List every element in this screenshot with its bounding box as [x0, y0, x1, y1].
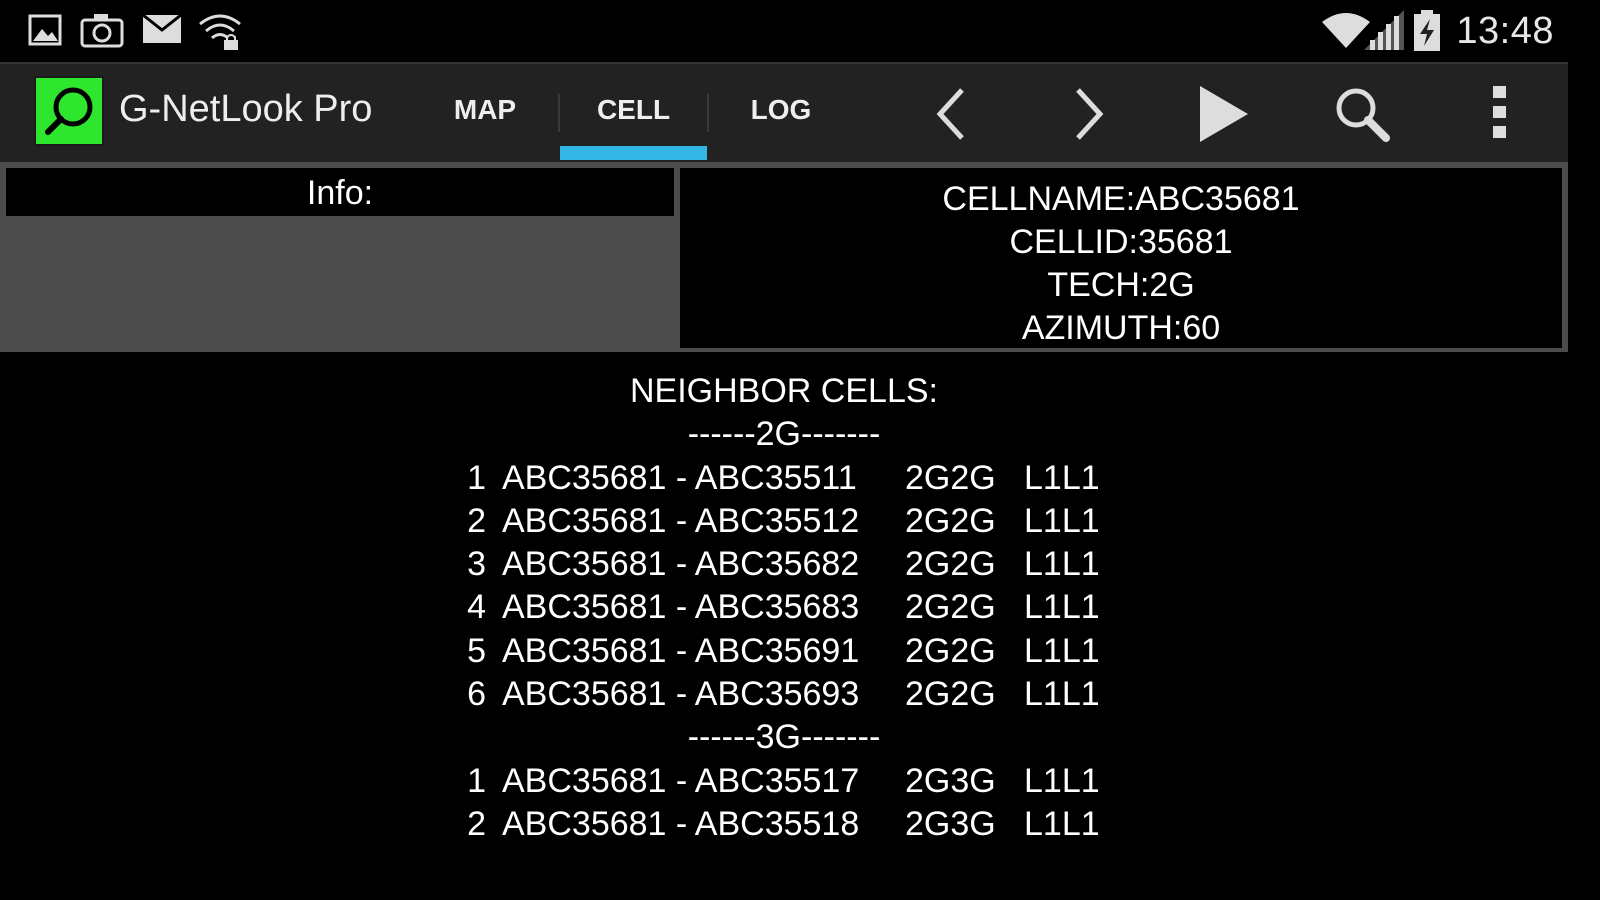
layer: L1L1: [1024, 501, 1100, 540]
search-logo-icon: [45, 87, 93, 135]
clock: 13:48: [1456, 10, 1554, 52]
tech-type: 2G2G: [905, 501, 996, 540]
camera-icon: [80, 14, 124, 48]
tech-type: 2G3G: [905, 761, 996, 800]
list-item: 5 ABC35681 - ABC35691 2G2G L1L1: [0, 630, 1568, 673]
list-item: 1 ABC35681 - ABC35517 2G3G L1L1: [0, 760, 1568, 803]
list-item: 2 ABC35681 - ABC35518 2G3G L1L1: [0, 803, 1568, 846]
overflow-menu-icon[interactable]: [1490, 86, 1510, 140]
gallery-icon: [28, 14, 62, 46]
row-number: 3: [467, 545, 486, 584]
list-item: 3 ABC35681 - ABC35682 2G2G L1L1: [0, 543, 1568, 586]
row-number: 2: [467, 804, 486, 843]
layer: L1L1: [1024, 761, 1100, 800]
tab-map-label: MAP: [453, 94, 517, 125]
neighbor-cells-list: NEIGHBOR CELLS: ------2G------- 1 ABC356…: [0, 370, 1568, 846]
tab-log-label: LOG: [750, 94, 812, 125]
chevron-right-icon[interactable]: [1068, 86, 1108, 142]
signal-icon: [1364, 10, 1404, 50]
tech-type: 2G2G: [905, 588, 996, 627]
list-item: 6 ABC35681 - ABC35693 2G2G L1L1: [0, 673, 1568, 716]
row-number: 2: [467, 501, 486, 540]
cell-id: CELLID:35681: [1009, 223, 1233, 261]
tab-map[interactable]: MAP: [430, 94, 540, 126]
tab-cell-label: CELL: [596, 94, 671, 125]
cell-pair: ABC35681 - ABC35517: [502, 761, 860, 800]
row-number: 1: [467, 458, 486, 497]
row-number: 4: [467, 588, 486, 627]
info-header: Info:: [6, 168, 674, 216]
app-title: G-NetLook Pro: [119, 88, 373, 130]
cell-pair: ABC35681 - ABC35693: [502, 675, 860, 714]
tech-type: 2G2G: [905, 675, 996, 714]
cell-name: CELLNAME:ABC35681: [942, 180, 1300, 218]
cell-pair: ABC35681 - ABC35511: [502, 458, 857, 497]
cell-info-box: CELLNAME:ABC35681 CELLID:35681 TECH:2G A…: [680, 168, 1562, 348]
tech-type: 2G2G: [905, 631, 996, 670]
selected-tab-indicator: [560, 146, 707, 160]
tab-cell[interactable]: CELL: [560, 94, 707, 126]
group-header-2g: ------2G-------: [687, 415, 881, 454]
tab-divider: [707, 94, 709, 132]
cell-tech: TECH:2G: [1047, 266, 1195, 304]
wifi-icon: [1322, 13, 1370, 48]
info-panel: Info: CELLNAME:ABC35681 CELLID:35681 TEC…: [0, 162, 1568, 352]
cell-pair: ABC35681 - ABC35512: [502, 501, 860, 540]
status-bar: 13:48: [0, 0, 1568, 62]
action-bar: G-NetLook Pro MAP CELL LOG: [0, 62, 1568, 162]
layer: L1L1: [1024, 675, 1100, 714]
tab-log[interactable]: LOG: [726, 94, 836, 126]
row-number: 1: [467, 761, 486, 800]
list-item: 2 ABC35681 - ABC35512 2G2G L1L1: [0, 500, 1568, 543]
cell-pair: ABC35681 - ABC35682: [502, 545, 860, 584]
tech-type: 2G2G: [905, 545, 996, 584]
layer: L1L1: [1024, 458, 1100, 497]
tech-type: 2G2G: [905, 458, 996, 497]
mail-icon: [142, 14, 182, 43]
cell-pair: ABC35681 - ABC35518: [502, 804, 860, 843]
search-icon[interactable]: [1332, 84, 1392, 144]
list-item: 4 ABC35681 - ABC35683 2G2G L1L1: [0, 586, 1568, 629]
row-number: 5: [467, 631, 486, 670]
group-header-3g: ------3G-------: [687, 718, 881, 757]
list-item: 1 ABC35681 - ABC35511 2G2G L1L1: [0, 457, 1568, 500]
layer: L1L1: [1024, 588, 1100, 627]
cell-pair: ABC35681 - ABC35691: [502, 631, 860, 670]
cell-azimuth: AZIMUTH:60: [1021, 309, 1221, 347]
layer: L1L1: [1024, 631, 1100, 670]
layer: L1L1: [1024, 545, 1100, 584]
app-logo[interactable]: [34, 76, 104, 146]
tech-type: 2G3G: [905, 804, 996, 843]
wifi-lock-icon: [199, 14, 241, 50]
neighbor-cells-title: NEIGHBOR CELLS:: [630, 372, 938, 410]
play-icon[interactable]: [1198, 84, 1250, 144]
layer: L1L1: [1024, 804, 1100, 843]
battery-charging-icon: [1414, 10, 1440, 51]
row-number: 6: [467, 675, 486, 714]
chevron-left-icon[interactable]: [932, 86, 972, 142]
cell-pair: ABC35681 - ABC35683: [502, 588, 860, 627]
